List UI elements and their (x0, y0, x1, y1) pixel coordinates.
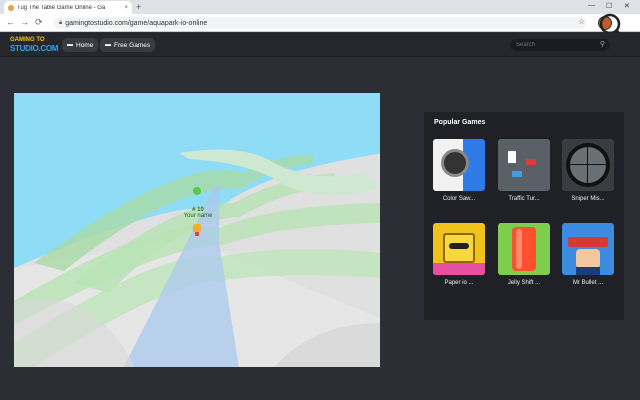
game-title[interactable]: Color Saw... (433, 196, 485, 202)
home-icon: ▬ (67, 42, 73, 48)
game-thumbnail[interactable] (562, 223, 614, 275)
site-logo[interactable]: GAMING TO STUDIO.COM (10, 37, 58, 54)
gamepad-icon: ▬ (105, 42, 111, 48)
search-input[interactable] (516, 42, 596, 48)
nav-free-games-button[interactable]: ▬ Free Games (100, 38, 156, 52)
game-card[interactable]: Jelly Shift ... (498, 223, 550, 293)
game-thumbnail[interactable] (433, 139, 485, 191)
minimize-button[interactable]: — (588, 2, 595, 9)
new-tab-button[interactable]: + (136, 2, 141, 12)
game-card[interactable]: Mr Bullet ... (562, 223, 614, 293)
popular-games-heading: Popular Games (434, 119, 486, 126)
game-title[interactable]: Mr Bullet ... (562, 280, 614, 286)
player-name: Your name (183, 213, 213, 219)
game-card[interactable]: Traffic Tur... (498, 139, 550, 209)
reload-button[interactable]: ⟳ (35, 17, 43, 28)
tab-close-icon[interactable]: × (124, 5, 128, 11)
search-icon[interactable]: ⚲ (600, 40, 605, 48)
site-search[interactable]: ⚲ (510, 39, 610, 51)
game-thumbnail[interactable] (433, 223, 485, 275)
game-thumbnail[interactable] (498, 139, 550, 191)
url-text: gamingtostudio.com/game/aquapark-io-onli… (65, 19, 208, 27)
tab-title: Tug The Table Game Online - Ga (17, 4, 106, 11)
forward-button[interactable]: → (20, 17, 29, 28)
nav-home-label: Home (76, 41, 94, 49)
logo-line2: STUDIO.COM (10, 44, 59, 53)
popular-games-panel: Popular Games Color Saw... Traffic Tur..… (424, 112, 624, 320)
game-title[interactable]: Traffic Tur... (498, 196, 550, 202)
game-card[interactable]: Color Saw... (433, 139, 485, 209)
game-title[interactable]: Paper io ... (433, 280, 485, 286)
game-canvas[interactable]: # 10 Your name (14, 93, 380, 367)
game-title[interactable]: Sniper Mis... (562, 196, 614, 202)
game-thumbnail[interactable] (498, 223, 550, 275)
site-header: GAMING TO STUDIO.COM ▬ Home ▬ Free Games… (0, 33, 640, 57)
game-title[interactable]: Jelly Shift ... (498, 280, 550, 286)
maximize-button[interactable]: ☐ (606, 2, 612, 10)
browser-tab-strip: Tug The Table Game Online - Ga × + — ☐ ✕ (0, 0, 640, 14)
favicon-icon (8, 4, 14, 11)
window-close-button[interactable]: ✕ (624, 2, 630, 10)
back-button[interactable]: ← (6, 17, 15, 28)
logo-line1: GAMING TO (10, 37, 45, 43)
game-card[interactable]: Sniper Mis... (562, 139, 614, 209)
address-bar[interactable]: 🔒︎ gamingtostudio.com/game/aquapark-io-o… (54, 17, 586, 29)
nav-free-games-label: Free Games (114, 41, 151, 49)
nav-home-button[interactable]: ▬ Home (62, 38, 99, 52)
water-slide-scene (14, 149, 380, 367)
game-card[interactable]: Paper io ... (433, 223, 485, 293)
browser-toolbar: ← → ⟳ 🔒︎ gamingtostudio.com/game/aquapar… (0, 14, 640, 32)
game-thumbnail[interactable] (562, 139, 614, 191)
lock-icon: 🔒︎ (59, 19, 63, 26)
browser-tab[interactable]: Tug The Table Game Online - Ga × (4, 1, 132, 14)
bookmark-star-icon[interactable]: ☆ (578, 17, 585, 26)
